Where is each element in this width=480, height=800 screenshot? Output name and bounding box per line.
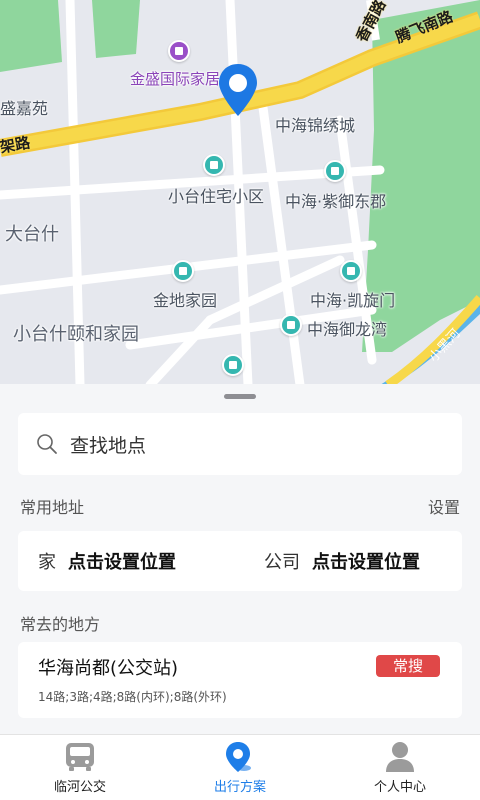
residential-icon[interactable] <box>203 154 225 176</box>
map-view[interactable]: 金盛国际家居 盛嘉苑 架路 香南路 腾飞南路 中海锦绣城 小台住宅小区 中海·紫… <box>0 0 480 385</box>
bus-icon <box>66 743 94 771</box>
tab-personal-center[interactable]: 个人中心 <box>320 735 480 800</box>
tab-bar: 临河公交 出行方案 个人中心 <box>0 734 480 800</box>
search-placeholder: 查找地点 <box>70 434 147 457</box>
map-label-shengjiayuan[interactable]: 盛嘉苑 <box>0 95 48 119</box>
map-label-datai[interactable]: 大台什 <box>5 220 59 246</box>
residential-icon[interactable] <box>172 260 194 282</box>
drag-handle[interactable] <box>224 394 256 399</box>
current-location-pin-icon[interactable] <box>216 62 260 118</box>
search-input[interactable]: 查找地点 <box>18 413 462 475</box>
frequent-place-item[interactable]: 华海尚都(公交站) 14路;3路;4路;8路(内环);8路(外环) 常搜 <box>18 642 462 718</box>
map-label-zhonghaiziyudongjun[interactable]: 中海·紫御东郡 <box>285 188 386 212</box>
company-label: 公司 <box>264 552 300 573</box>
map-label-jindijiayuan[interactable]: 金地家园 <box>153 287 217 311</box>
common-address-card: 家 点击设置位置 公司 点击设置位置 <box>18 531 462 591</box>
tab-label: 个人中心 <box>373 780 426 795</box>
home-value: 点击设置位置 <box>68 552 176 573</box>
tab-linhe-bus[interactable]: 临河公交 <box>0 735 160 800</box>
residential-icon[interactable] <box>340 260 362 282</box>
home-label: 家 <box>38 552 56 573</box>
map-label-zhonghaiyulongwan[interactable]: 中海御龙湾 <box>307 316 387 340</box>
frequent-search-badge: 常搜 <box>376 655 440 677</box>
frequent-place-name: 华海尚都(公交站) <box>38 658 179 679</box>
tab-label: 出行方案 <box>213 780 266 795</box>
search-icon <box>37 434 57 454</box>
residential-icon[interactable] <box>324 160 346 182</box>
map-label-xiaotaizhuzhai[interactable]: 小台住宅小区 <box>168 183 264 207</box>
residential-icon[interactable] <box>280 314 302 336</box>
map-label-zhonghaijinxiucheng[interactable]: 中海锦绣城 <box>275 112 355 136</box>
map-label-zhonghaikaixuanmen[interactable]: 中海·凯旋门 <box>310 287 395 311</box>
settings-link[interactable]: 设置 <box>428 494 460 518</box>
bottom-sheet: 查找地点 常用地址 设置 家 点击设置位置 公司 点击设置位置 常去的地方 华海… <box>0 384 480 734</box>
tab-label: 临河公交 <box>53 780 106 795</box>
tab-travel-plan[interactable]: 出行方案 <box>160 735 320 800</box>
map-pin-icon <box>226 742 251 772</box>
home-address-button[interactable]: 家 点击设置位置 <box>38 531 176 591</box>
residential-icon[interactable] <box>222 354 244 376</box>
company-value: 点击设置位置 <box>312 552 420 573</box>
company-address-button[interactable]: 公司 点击设置位置 <box>264 531 420 591</box>
map-label-xiaotaiyihe[interactable]: 小台什颐和家园 <box>13 320 139 346</box>
common-address-title: 常用地址 <box>20 498 85 517</box>
furniture-store-icon[interactable] <box>168 40 190 62</box>
person-icon <box>386 742 414 772</box>
map-label-jinsheng[interactable]: 金盛国际家居 <box>130 68 220 89</box>
frequent-places-title: 常去的地方 <box>20 615 101 634</box>
frequent-place-routes: 14路;3路;4路;8路(内环);8路(外环) <box>38 690 227 704</box>
